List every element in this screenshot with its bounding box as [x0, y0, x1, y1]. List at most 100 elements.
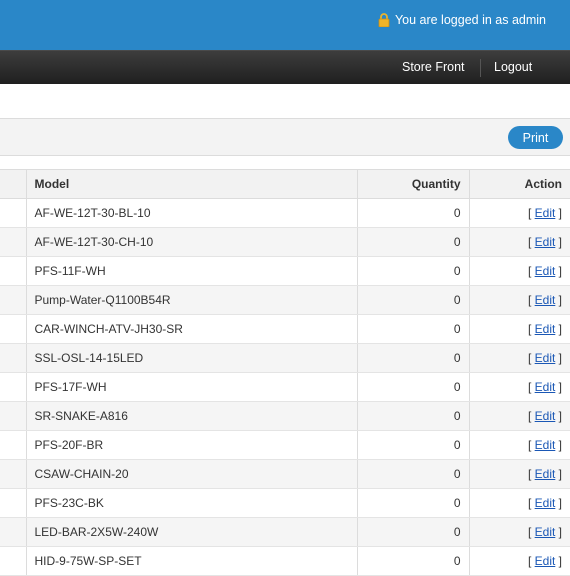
bracket-open: [	[527, 351, 535, 365]
table-row: CSAW-CHAIN-20 0[ Edit ]	[0, 459, 570, 489]
row-checkbox-cell	[0, 517, 26, 547]
bracket-close: ]	[555, 554, 562, 568]
table-row: PFS-11F-WH 0[ Edit ]	[0, 256, 570, 286]
edit-link[interactable]: Edit	[535, 206, 556, 220]
bracket-open: [	[527, 438, 535, 452]
action-cell: [ Edit ]	[468, 488, 570, 518]
model-cell: PFS-11F-WH	[25, 256, 357, 286]
edit-link[interactable]: Edit	[535, 554, 556, 568]
bracket-open: [	[527, 235, 535, 249]
quantity-cell: 0	[356, 401, 469, 431]
quantity-cell: 0	[356, 430, 469, 460]
bracket-close: ]	[555, 525, 562, 539]
login-status-text: You are logged in as admin	[394, 13, 546, 27]
quantity-cell: 0	[356, 343, 469, 373]
table-row: Pump-Water-Q1100B54R 0[ Edit ]	[0, 285, 570, 315]
row-checkbox-cell	[0, 343, 26, 373]
action-cell: [ Edit ]	[468, 372, 570, 402]
bracket-open: [	[527, 496, 535, 510]
row-checkbox-cell	[0, 285, 26, 315]
print-button[interactable]: Print	[508, 126, 563, 149]
edit-link[interactable]: Edit	[535, 351, 556, 365]
quantity-cell: 0	[356, 314, 469, 344]
logout-link[interactable]: Logout	[494, 51, 532, 84]
quantity-cell: 0	[356, 285, 469, 315]
action-cell: [ Edit ]	[468, 227, 570, 257]
bracket-open: [	[527, 322, 535, 336]
action-cell: [ Edit ]	[468, 198, 570, 228]
model-cell: PFS-20F-BR	[25, 430, 357, 460]
bracket-open: [	[527, 293, 535, 307]
quantity-cell: 0	[356, 198, 469, 228]
action-cell: [ Edit ]	[468, 517, 570, 547]
bracket-open: [	[527, 264, 535, 278]
action-cell: [ Edit ]	[468, 459, 570, 489]
bracket-open: [	[527, 380, 535, 394]
action-cell: [ Edit ]	[468, 430, 570, 460]
edit-link[interactable]: Edit	[535, 235, 556, 249]
quantity-cell: 0	[356, 227, 469, 257]
row-checkbox-cell	[0, 256, 26, 286]
table-row: AF-WE-12T-30-BL-10 0[ Edit ]	[0, 198, 570, 228]
model-cell: LED-BAR-2X5W-240W	[25, 517, 357, 547]
table-row: AF-WE-12T-30-CH-10 0[ Edit ]	[0, 227, 570, 257]
edit-link[interactable]: Edit	[535, 264, 556, 278]
table-row: SSL-OSL-14-15LED 0[ Edit ]	[0, 343, 570, 373]
model-cell: Pump-Water-Q1100B54R	[25, 285, 357, 315]
bracket-open: [	[527, 206, 535, 220]
quantity-cell: 0	[356, 517, 469, 547]
row-checkbox-cell	[0, 372, 26, 402]
model-cell: PFS-17F-WH	[25, 372, 357, 402]
bracket-open: [	[527, 554, 535, 568]
header-action: Action	[468, 169, 570, 199]
row-checkbox-cell	[0, 314, 26, 344]
inventory-table: Model Quantity Action AF-WE-12T-30-BL-10…	[0, 169, 570, 576]
bracket-close: ]	[555, 438, 562, 452]
row-checkbox-cell	[0, 401, 26, 431]
top-header-bar: You are logged in as admin	[0, 0, 570, 50]
edit-link[interactable]: Edit	[535, 467, 556, 481]
action-cell: [ Edit ]	[468, 285, 570, 315]
table-row: CAR-WINCH-ATV-JH30-SR 0[ Edit ]	[0, 314, 570, 344]
header-quantity[interactable]: Quantity	[356, 169, 469, 199]
action-cell: [ Edit ]	[468, 546, 570, 576]
model-cell: PFS-23C-BK	[25, 488, 357, 518]
model-cell: SSL-OSL-14-15LED	[25, 343, 357, 373]
table-row: LED-BAR-2X5W-240W 0[ Edit ]	[0, 517, 570, 547]
edit-link[interactable]: Edit	[535, 438, 556, 452]
bracket-close: ]	[555, 496, 562, 510]
bracket-close: ]	[555, 235, 562, 249]
model-cell: AF-WE-12T-30-BL-10	[25, 198, 357, 228]
bracket-open: [	[527, 409, 535, 423]
quantity-cell: 0	[356, 256, 469, 286]
bracket-close: ]	[555, 351, 562, 365]
action-cell: [ Edit ]	[468, 256, 570, 286]
edit-link[interactable]: Edit	[535, 293, 556, 307]
edit-link[interactable]: Edit	[535, 322, 556, 336]
action-cell: [ Edit ]	[468, 343, 570, 373]
page-toolbar: Print	[0, 118, 570, 156]
table-row: PFS-23C-BK 0[ Edit ]	[0, 488, 570, 518]
bracket-close: ]	[555, 467, 562, 481]
header-model[interactable]: Model	[25, 169, 357, 199]
table-row: PFS-20F-BR 0[ Edit ]	[0, 430, 570, 460]
bracket-close: ]	[555, 409, 562, 423]
edit-link[interactable]: Edit	[535, 380, 556, 394]
edit-link[interactable]: Edit	[535, 409, 556, 423]
action-cell: [ Edit ]	[468, 401, 570, 431]
edit-link[interactable]: Edit	[535, 525, 556, 539]
table-row: HID-9-75W-SP-SET 0[ Edit ]	[0, 546, 570, 576]
model-cell: HID-9-75W-SP-SET	[25, 546, 357, 576]
bracket-close: ]	[555, 322, 562, 336]
bracket-open: [	[527, 525, 535, 539]
edit-link[interactable]: Edit	[535, 496, 556, 510]
row-checkbox-cell	[0, 488, 26, 518]
login-status: You are logged in as admin	[378, 13, 546, 27]
nav-divider	[480, 59, 481, 77]
model-cell: SR-SNAKE-A816	[25, 401, 357, 431]
table-row: PFS-17F-WH 0[ Edit ]	[0, 372, 570, 402]
row-checkbox-cell	[0, 430, 26, 460]
bracket-close: ]	[555, 293, 562, 307]
row-checkbox-cell	[0, 546, 26, 576]
store-front-link[interactable]: Store Front	[402, 51, 465, 84]
